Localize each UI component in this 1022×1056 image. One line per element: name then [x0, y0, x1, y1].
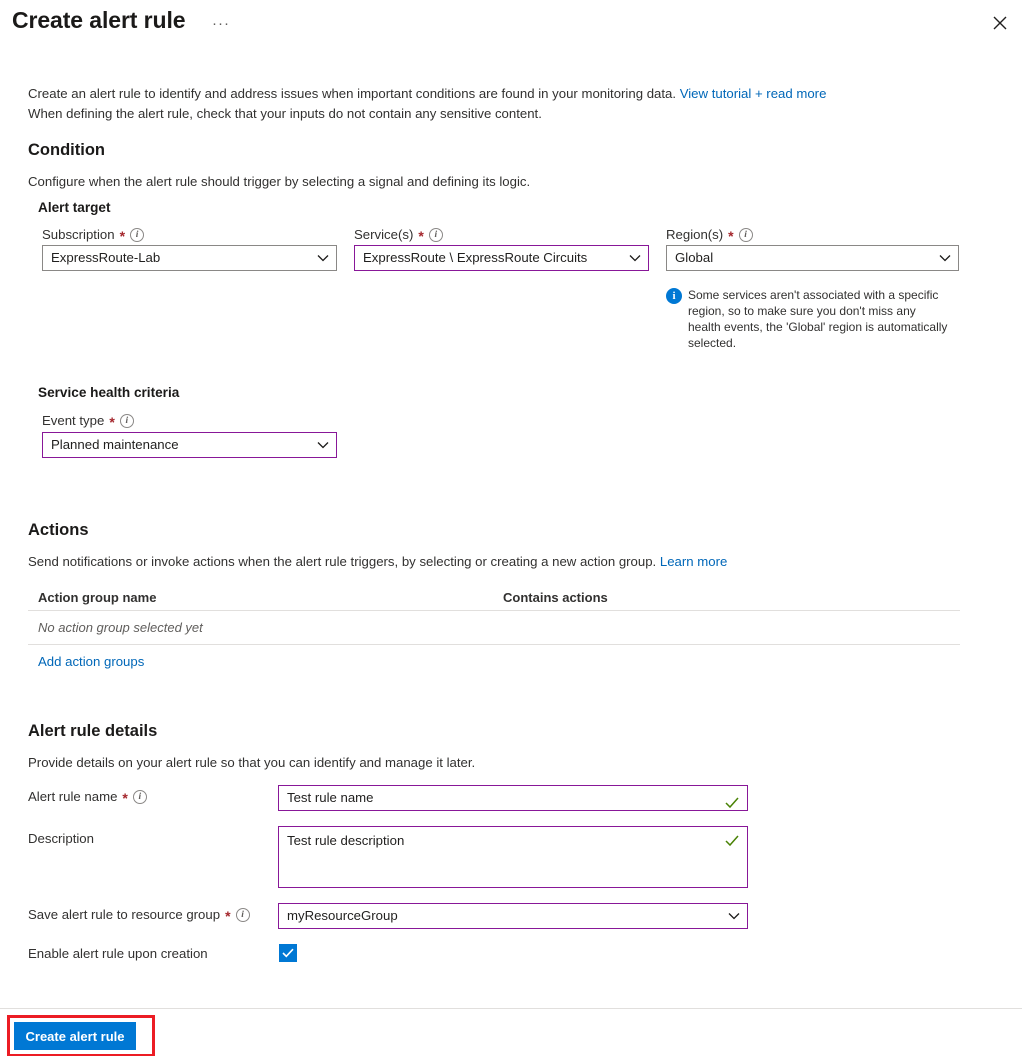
event-type-dropdown[interactable]: Planned maintenance — [42, 432, 337, 458]
create-alert-rule-button[interactable]: Create alert rule — [14, 1022, 136, 1050]
resource-group-dropdown[interactable]: myResourceGroup — [278, 903, 748, 929]
services-label-text: Service(s) — [354, 227, 414, 242]
event-type-label: Event type * i — [42, 413, 134, 430]
description-textarea[interactable]: Test rule description — [278, 826, 748, 888]
table-row: No action group selected yet — [28, 611, 960, 645]
alert-rule-name-label: Alert rule name * i — [28, 789, 147, 806]
info-icon[interactable]: i — [738, 227, 753, 242]
required-marker: * — [109, 413, 115, 430]
alert-rule-name-value: Test rule name — [287, 790, 374, 805]
empty-state-text: No action group selected yet — [38, 620, 203, 635]
info-icon[interactable]: i — [119, 413, 134, 428]
footer-divider — [0, 1008, 1022, 1009]
resource-group-label: Save alert rule to resource group * i — [28, 907, 250, 924]
subscription-dropdown[interactable]: ExpressRoute-Lab — [42, 245, 337, 271]
subscription-value: ExpressRoute-Lab — [51, 250, 161, 265]
actions-heading: Actions — [28, 521, 89, 539]
subscription-label-text: Subscription — [42, 227, 115, 242]
chevron-down-icon — [728, 904, 740, 928]
info-icon[interactable]: i — [428, 227, 443, 242]
alert-rule-details-subtext: Provide details on your alert rule so th… — [28, 755, 476, 770]
regions-value: Global — [675, 250, 714, 265]
column-header-action-group-name: Action group name — [38, 590, 157, 605]
page-title: Create alert rule — [12, 7, 186, 33]
enable-alert-rule-label: Enable alert rule upon creation — [28, 946, 208, 961]
enable-alert-rule-label-text: Enable alert rule upon creation — [28, 946, 208, 961]
chevron-down-icon — [629, 246, 641, 270]
info-icon[interactable]: i — [132, 789, 147, 804]
alert-target-heading: Alert target — [38, 200, 111, 215]
chevron-down-icon — [939, 246, 951, 270]
services-label: Service(s) * i — [354, 227, 443, 244]
alert-rule-details-heading: Alert rule details — [28, 722, 158, 740]
condition-heading: Condition — [28, 141, 105, 159]
services-dropdown[interactable]: ExpressRoute \ ExpressRoute Circuits — [354, 245, 649, 271]
alert-rule-name-input[interactable]: Test rule name — [278, 785, 748, 811]
description-value: Test rule description — [287, 833, 405, 848]
subscription-label: Subscription * i — [42, 227, 145, 244]
event-type-label-text: Event type — [42, 413, 105, 428]
description-label: Description — [28, 831, 94, 846]
intro-text: Create an alert rule to identify and add… — [28, 84, 928, 124]
view-tutorial-link[interactable]: View tutorial + read more — [680, 86, 827, 101]
intro-line-2: When defining the alert rule, check that… — [28, 106, 542, 121]
required-marker: * — [122, 789, 128, 806]
regions-label-text: Region(s) — [666, 227, 724, 242]
required-marker: * — [728, 227, 734, 244]
valid-check-icon — [725, 834, 739, 852]
condition-subtext: Configure when the alert rule should tri… — [28, 174, 531, 189]
alert-rule-name-label-text: Alert rule name — [28, 789, 118, 804]
enable-alert-rule-checkbox[interactable] — [279, 944, 297, 962]
table-header-row: Action group name Contains actions — [28, 585, 960, 611]
required-marker: * — [418, 227, 424, 244]
chevron-down-icon — [317, 246, 329, 270]
close-icon[interactable] — [986, 9, 1014, 37]
service-health-criteria-heading: Service health criteria — [38, 385, 180, 400]
resource-group-value: myResourceGroup — [287, 908, 398, 923]
chevron-down-icon — [317, 433, 329, 457]
create-alert-rule-blade: Create alert rule ··· Create an alert ru… — [0, 0, 1022, 1056]
blade-header: Create alert rule ··· — [0, 0, 1022, 46]
info-icon[interactable]: i — [235, 907, 250, 922]
add-action-groups-row: Add action groups — [28, 645, 960, 677]
actions-subtext: Send notifications or invoke actions whe… — [28, 553, 928, 571]
services-value: ExpressRoute \ ExpressRoute Circuits — [363, 250, 588, 265]
learn-more-link[interactable]: Learn more — [660, 554, 727, 569]
intro-line-1: Create an alert rule to identify and add… — [28, 86, 680, 101]
add-action-groups-link[interactable]: Add action groups — [38, 654, 144, 669]
regions-dropdown[interactable]: Global — [666, 245, 959, 271]
required-marker: * — [225, 907, 231, 924]
more-options-icon[interactable]: ··· — [208, 12, 234, 34]
actions-subtext-text: Send notifications or invoke actions whe… — [28, 554, 660, 569]
info-icon[interactable]: i — [130, 227, 145, 242]
event-type-value: Planned maintenance — [51, 437, 179, 452]
region-note-text: Some services aren't associated with a s… — [688, 288, 948, 350]
checkmark-icon — [282, 948, 294, 958]
column-header-contains-actions: Contains actions — [503, 590, 608, 605]
resource-group-label-text: Save alert rule to resource group — [28, 907, 221, 922]
region-info-note: i Some services aren't associated with a… — [666, 287, 951, 351]
valid-check-icon — [725, 793, 739, 817]
required-marker: * — [119, 227, 126, 244]
description-label-text: Description — [28, 831, 94, 846]
info-filled-icon: i — [666, 288, 682, 304]
action-groups-table: Action group name Contains actions No ac… — [28, 585, 960, 677]
regions-label: Region(s) * i — [666, 227, 753, 244]
